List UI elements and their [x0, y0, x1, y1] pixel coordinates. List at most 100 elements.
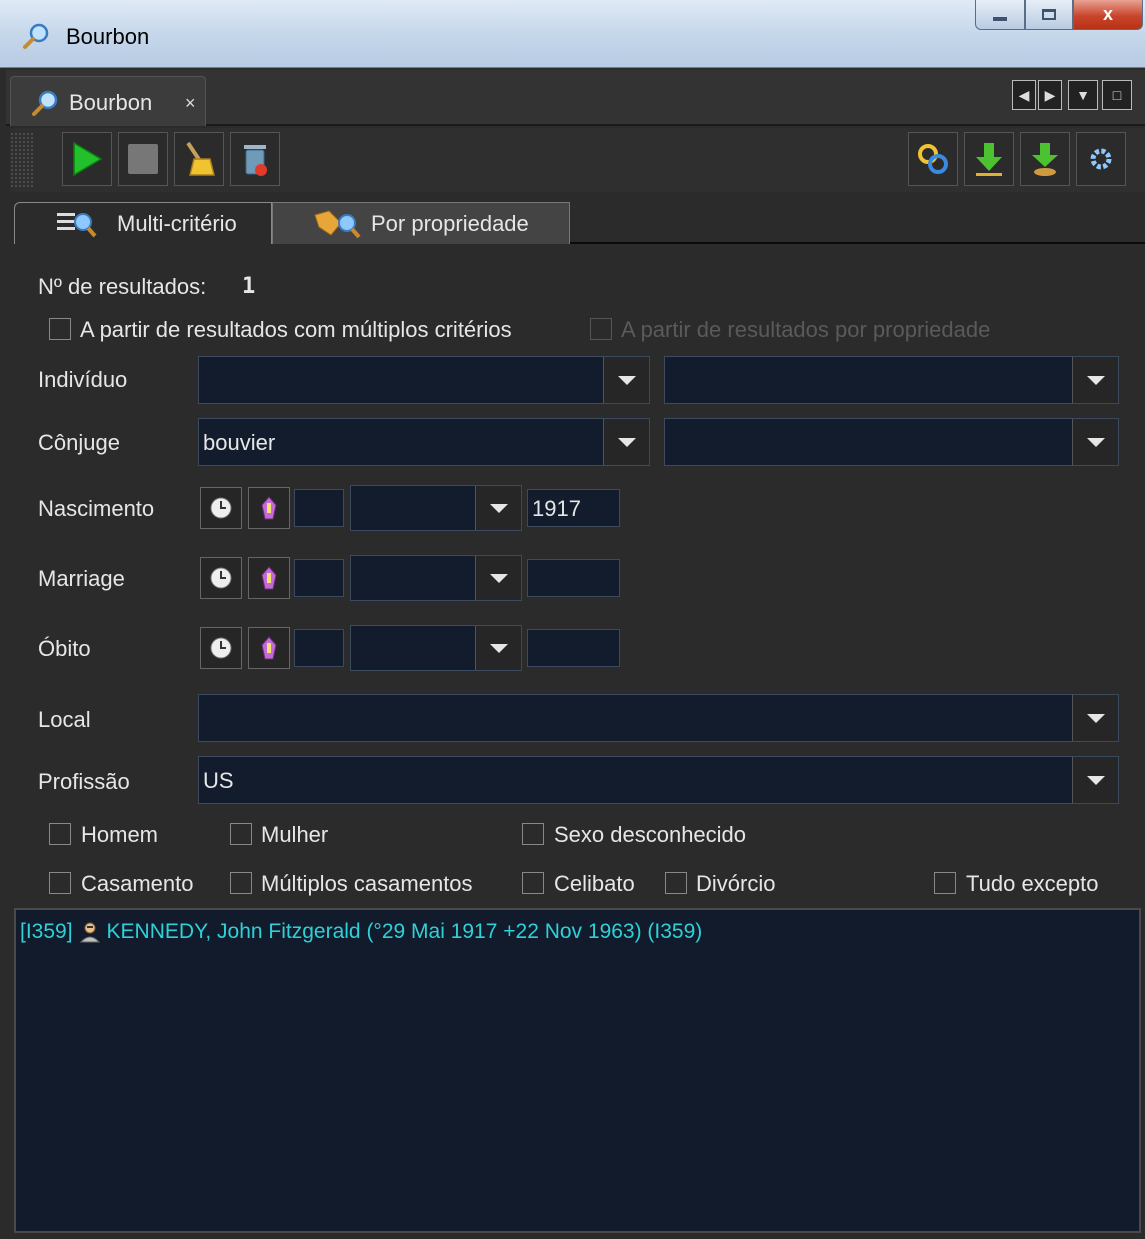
date-calendar-type-button[interactable]: [248, 627, 290, 669]
place-combo[interactable]: [198, 694, 1119, 742]
marriage-year-field[interactable]: [527, 559, 620, 597]
combo-value[interactable]: US: [203, 768, 234, 794]
settings-button[interactable]: [1076, 132, 1126, 186]
link-button[interactable]: [908, 132, 958, 186]
marriage-month-combo[interactable]: [350, 555, 522, 601]
married-checkbox[interactable]: [49, 872, 71, 894]
results-list[interactable]: [I359] KENNEDY, John Fitzgerald (°29 Mai…: [14, 908, 1141, 1233]
single-label: Celibato: [554, 871, 635, 896]
marriage-day-field[interactable]: [294, 559, 344, 597]
tag-search-icon: [314, 209, 361, 238]
list-search-icon: [57, 212, 97, 237]
single-checkbox[interactable]: [522, 872, 544, 894]
clock-icon: [210, 567, 232, 589]
female-label: Mulher: [261, 822, 329, 847]
dock-prev-button[interactable]: ◀: [1012, 80, 1036, 110]
trash-icon: [244, 145, 267, 176]
birth-year-field[interactable]: 1917: [527, 489, 620, 527]
field-value[interactable]: 1917: [532, 496, 581, 522]
run-search-button[interactable]: [62, 132, 112, 186]
date-calendar-button[interactable]: [200, 627, 242, 669]
male-checkbox[interactable]: [49, 823, 71, 845]
dropdown-button[interactable]: [475, 486, 521, 530]
individual-name-combo[interactable]: [198, 356, 650, 404]
spouse-firstname-combo[interactable]: [664, 418, 1119, 466]
tab-by-property[interactable]: Por propriedade: [272, 202, 570, 244]
dropdown-button[interactable]: [603, 419, 649, 465]
dropdown-button[interactable]: [1072, 757, 1118, 803]
result-text: KENNEDY, John Fitzgerald (°29 Mai 1917 +…: [106, 920, 703, 943]
dock-maximize-button[interactable]: □: [1102, 80, 1132, 110]
except-all-label: Tudo excepto: [966, 871, 1099, 896]
date-calendar-type-button[interactable]: [248, 557, 290, 599]
marriage-label: Marriage: [38, 566, 125, 591]
search-icon: [23, 23, 49, 49]
dropdown-button[interactable]: [475, 556, 521, 600]
except-all-checkbox[interactable]: [934, 872, 956, 894]
date-calendar-type-button[interactable]: [248, 487, 290, 529]
tab-label: Por propriedade: [371, 210, 529, 236]
death-day-field[interactable]: [294, 629, 344, 667]
link-icon: [918, 144, 948, 174]
death-year-field[interactable]: [527, 629, 620, 667]
close-window-button[interactable]: x: [1073, 0, 1143, 30]
gear-icon: [1090, 148, 1112, 170]
delete-button[interactable]: [230, 132, 280, 186]
tab-label: Multi-critério: [117, 210, 237, 236]
dropdown-button[interactable]: [1072, 419, 1118, 465]
spouse-name-combo[interactable]: bouvier: [198, 418, 650, 466]
list-item[interactable]: [I359] KENNEDY, John Fitzgerald (°29 Mai…: [20, 920, 702, 944]
individual-label: Indivíduo: [38, 367, 128, 392]
minimize-button[interactable]: [975, 0, 1025, 30]
chevron-down-icon: [1086, 775, 1105, 785]
calendar-type-icon: [261, 566, 277, 590]
dropdown-button[interactable]: [1072, 695, 1118, 741]
occupation-combo[interactable]: US: [198, 756, 1119, 804]
clock-icon: [210, 497, 232, 519]
female-checkbox[interactable]: [230, 823, 252, 845]
multiple-marriages-label: Múltiplos casamentos: [261, 871, 473, 896]
dock-next-button[interactable]: ▶: [1038, 80, 1062, 110]
person-icon: [79, 922, 100, 943]
toolbar-grip[interactable]: [10, 132, 34, 188]
maximize-button[interactable]: [1025, 0, 1073, 30]
dropdown-button[interactable]: [603, 357, 649, 403]
download-button[interactable]: [964, 132, 1014, 186]
combo-value[interactable]: bouvier: [203, 430, 275, 456]
divorce-checkbox[interactable]: [665, 872, 687, 894]
birth-month-combo[interactable]: [350, 485, 522, 531]
tab-close-button[interactable]: ×: [185, 93, 196, 114]
stop-button[interactable]: [118, 132, 168, 186]
divorce-label: Divórcio: [696, 871, 776, 896]
dropdown-button[interactable]: [1072, 357, 1118, 403]
download-person-button[interactable]: [1020, 132, 1070, 186]
dock-menu-button[interactable]: ▼: [1068, 80, 1098, 110]
male-label: Homem: [81, 822, 159, 847]
date-calendar-button[interactable]: [200, 557, 242, 599]
download-person-icon: [1032, 143, 1058, 176]
run-icon: [73, 141, 103, 177]
death-label: Óbito: [38, 636, 91, 661]
chevron-down-icon: [617, 375, 636, 385]
death-month-combo[interactable]: [350, 625, 522, 671]
from-multi-results-checkbox[interactable]: [49, 318, 71, 340]
birth-day-field[interactable]: [294, 489, 344, 527]
unknown-sex-label: Sexo desconhecido: [554, 822, 747, 847]
chevron-down-icon: [1086, 713, 1105, 723]
occupation-label: Profissão: [38, 769, 130, 794]
download-icon: [976, 143, 1002, 176]
chevron-down-icon: [1086, 375, 1105, 385]
window-title-bar: Bourbon x: [0, 0, 1145, 68]
unknown-sex-checkbox[interactable]: [522, 823, 544, 845]
clean-button[interactable]: [174, 132, 224, 186]
spouse-label: Cônjuge: [38, 430, 120, 455]
calendar-type-icon: [261, 496, 277, 520]
dropdown-button[interactable]: [475, 626, 521, 670]
clock-icon: [210, 637, 232, 659]
date-calendar-button[interactable]: [200, 487, 242, 529]
dock-tab-bourbon[interactable]: Bourbon ×: [10, 76, 206, 126]
multiple-marriages-checkbox[interactable]: [230, 872, 252, 894]
chevron-down-icon: [489, 503, 508, 513]
individual-firstname-combo[interactable]: [664, 356, 1119, 404]
tab-multi-criteria[interactable]: Multi-critério: [14, 202, 272, 244]
